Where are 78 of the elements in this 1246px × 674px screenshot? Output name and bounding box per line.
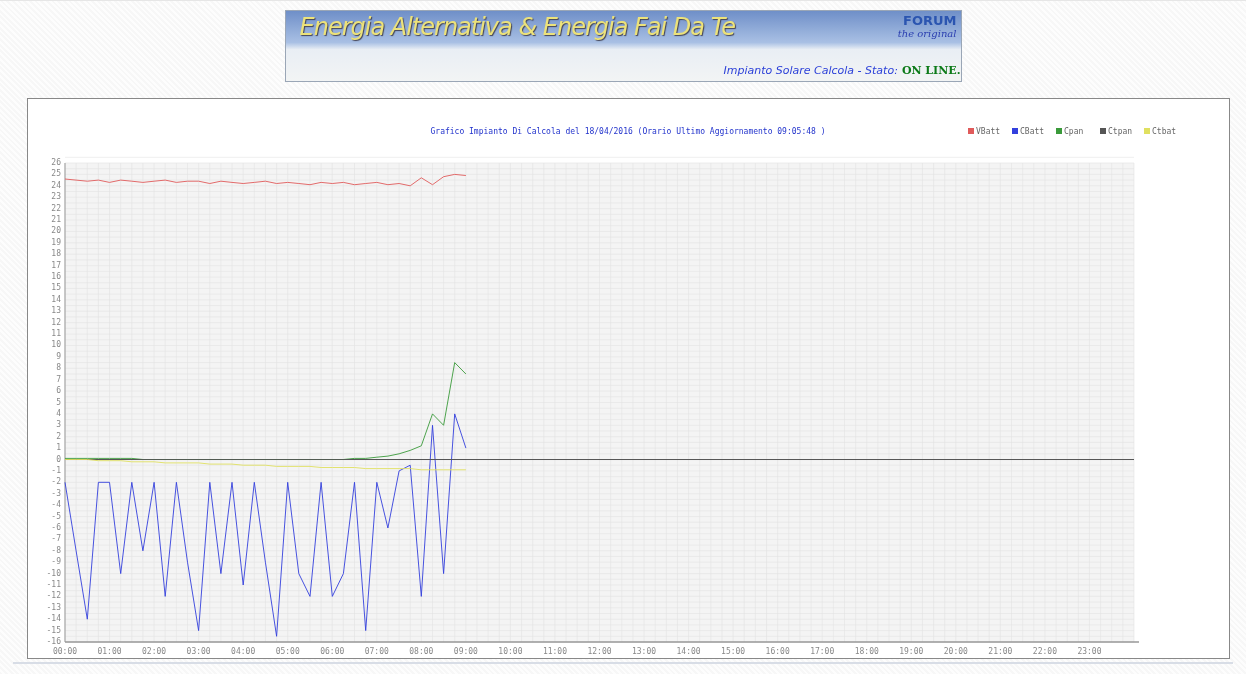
- x-tick-label: 20:00: [943, 647, 968, 656]
- y-tick-label: 12: [51, 317, 61, 327]
- y-tick-label: -9: [51, 557, 61, 567]
- y-tick-label: 23: [51, 192, 61, 202]
- x-tick-label: 04:00: [231, 647, 256, 656]
- status-label: Impianto Solare Calcola - Stato:: [723, 64, 898, 77]
- y-tick-label: 11: [51, 329, 61, 339]
- x-tick-label: 05:00: [275, 647, 300, 656]
- y-tick-label: -13: [46, 602, 61, 612]
- y-tick-label: 25: [51, 169, 61, 179]
- x-tick-label: 17:00: [810, 647, 835, 656]
- y-tick-label: -7: [51, 534, 61, 544]
- y-tick-label: 3: [56, 420, 61, 430]
- x-tick-label: 12:00: [587, 647, 612, 656]
- y-tick-label: 15: [51, 283, 61, 293]
- y-tick-label: 0: [56, 454, 61, 464]
- y-tick-label: 7: [56, 374, 61, 384]
- x-tick-label: 07:00: [364, 647, 389, 656]
- legend-label: Ctpan: [1108, 127, 1133, 136]
- y-tick-label: -10: [46, 568, 61, 578]
- y-tick-label: 4: [56, 408, 61, 418]
- y-tick-label: 22: [51, 203, 61, 213]
- x-tick-label: 02:00: [142, 647, 167, 656]
- chart-title: Grafico Impianto Di Calcola del 18/04/2016 (Orario Ultimo Aggiornamento 09:05:48 ): [430, 127, 826, 136]
- y-tick-label: -1: [51, 465, 61, 475]
- y-tick-label: 21: [51, 215, 61, 224]
- y-tick-label: -8: [51, 545, 61, 555]
- y-tick-label: 26: [51, 158, 61, 167]
- x-tick-label: 01:00: [97, 647, 122, 656]
- x-tick-label: 23:00: [1077, 647, 1102, 656]
- x-tick-label: 03:00: [186, 647, 211, 656]
- y-tick-label: 8: [56, 363, 61, 373]
- y-tick-label: 17: [51, 260, 61, 270]
- y-tick-label: 24: [51, 180, 61, 190]
- x-tick-label: 15:00: [721, 647, 746, 656]
- y-tick-label: -12: [46, 591, 61, 601]
- x-tick-label: 22:00: [1032, 647, 1057, 656]
- y-tick-label: -16: [46, 637, 61, 646]
- y-tick-label: 20: [51, 226, 61, 236]
- x-tick-label: 18:00: [854, 647, 879, 656]
- legend-label: CBatt: [1020, 127, 1045, 136]
- y-tick-label: 10: [51, 340, 61, 350]
- x-tick-label: 10:00: [498, 647, 523, 656]
- y-tick-label: 1: [56, 443, 61, 453]
- y-tick-label: -15: [46, 625, 61, 635]
- x-tick-label: 06:00: [320, 647, 345, 656]
- forum-label: FORUM: [903, 13, 957, 28]
- y-tick-label: 16: [51, 272, 61, 282]
- y-tick-label: -11: [46, 580, 61, 589]
- x-tick-label: 21:00: [988, 647, 1013, 656]
- x-tick-label: 14:00: [676, 647, 701, 656]
- x-tick-label: 19:00: [899, 647, 924, 656]
- x-tick-label: 13:00: [632, 647, 657, 656]
- x-tick-label: 08:00: [409, 647, 434, 656]
- y-tick-label: -5: [51, 511, 61, 521]
- forum-tagline: the original: [897, 28, 957, 39]
- y-tick-label: -14: [46, 614, 61, 624]
- y-tick-label: 9: [56, 351, 61, 361]
- y-tick-label: 5: [56, 397, 61, 407]
- y-tick-label: 18: [51, 249, 61, 259]
- y-tick-label: -3: [51, 488, 61, 498]
- y-tick-label: 14: [51, 294, 61, 304]
- legend-label: VBatt: [976, 127, 1001, 136]
- y-tick-label: 13: [51, 306, 61, 316]
- status-value: ON LINE.: [901, 64, 961, 77]
- x-tick-label: 09:00: [453, 647, 478, 656]
- y-tick-label: -6: [51, 522, 61, 532]
- legend-label: Ctbat: [1152, 127, 1177, 136]
- y-tick-label: 19: [51, 237, 61, 247]
- y-tick-label: -2: [51, 477, 61, 487]
- banner-title: Energia Alternativa & Energia Fai Da Te: [299, 13, 736, 41]
- x-tick-label: 11:00: [542, 647, 567, 656]
- y-tick-label: 6: [56, 386, 61, 396]
- x-tick-label: 00:00: [52, 647, 78, 656]
- y-tick-label: -4: [51, 500, 61, 510]
- x-tick-label: 16:00: [765, 647, 790, 656]
- y-tick-label: 2: [56, 431, 61, 441]
- legend-label: Cpan: [1064, 127, 1084, 136]
